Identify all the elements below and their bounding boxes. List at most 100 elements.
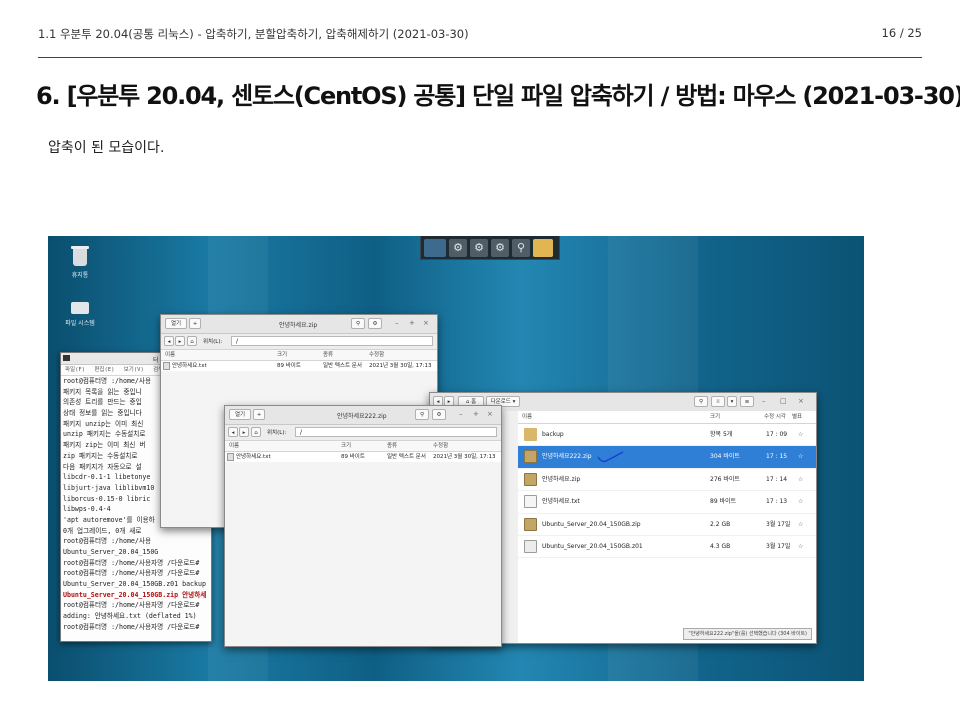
archive-title: 안녕하세요.zip — [279, 322, 318, 329]
close-icon[interactable]: × — [798, 397, 804, 405]
file-row[interactable]: Ubuntu_Server_20.04_150GB.z01 4.3 GB 3월 17… — [518, 536, 816, 559]
file-size: 2.2 GB — [710, 520, 731, 528]
search-button[interactable]: ⚲ — [415, 409, 429, 420]
minimize-icon[interactable]: – — [395, 319, 399, 327]
col-size[interactable]: 크기 — [277, 350, 287, 360]
gear-icon[interactable]: ⚙ — [491, 238, 509, 257]
terminal-line: root@컴퓨터명 :/home/사용 — [63, 537, 152, 546]
menu-edit[interactable]: 편집(E) — [94, 367, 114, 373]
back-arrow-icon[interactable]: ◂ — [164, 336, 174, 346]
col-size[interactable]: 크기 — [341, 441, 351, 451]
section-title: 6. [우분투 20.04, 센토스(CentOS) 공통] 단일 파일 압축하… — [36, 82, 960, 110]
file-size: 89 바이트 — [341, 454, 365, 460]
text-file-icon — [227, 452, 234, 461]
folder-icon — [524, 428, 537, 441]
page-header: 1.1 우분투 20.04(공통 리눅스) - 압축하기, 분할압축하기, 압축… — [38, 26, 922, 42]
text-file-icon — [163, 361, 170, 370]
desktop-icon-trash[interactable]: 휴지통 — [50, 246, 110, 279]
star-icon[interactable]: ☆ — [798, 469, 803, 490]
menu-file[interactable]: 파일(F) — [65, 367, 85, 373]
col-modified[interactable]: 수정 시각 — [764, 411, 786, 423]
home-icon[interactable]: ⌂ — [187, 336, 197, 346]
col-type[interactable]: 종류 — [323, 350, 333, 360]
search-button[interactable]: ⚲ — [694, 396, 708, 407]
file-size: 4.3 GB — [710, 542, 731, 550]
desktop-icon-filesystem[interactable]: 파일 시스템 — [50, 298, 110, 327]
file-row[interactable]: backup 항목 5개 17 : 09 ☆ — [518, 424, 816, 447]
view-options-button[interactable]: ▾ — [727, 396, 737, 407]
file-row[interactable]: Ubuntu_Server_20.04_150GB.zip 2.2 GB 3월 17… — [518, 514, 816, 536]
search-button[interactable]: ⚲ — [351, 318, 365, 329]
col-type[interactable]: 종류 — [387, 441, 397, 451]
terminal-line: Ubuntu_Server_20.04_150GB.zip 안녕하세 — [63, 590, 207, 599]
home-icon[interactable]: ⌂ — [251, 427, 261, 437]
status-bar: "안녕하세요222.zip"을(를) 선택했습니다 (304 바이트) — [683, 628, 812, 640]
column-header: 이름 크기 수정 시각 별표 — [518, 411, 816, 424]
open-button[interactable]: 열기 — [165, 318, 187, 329]
terminal-line: root@컴퓨터명 :/home/사용자명 /다운로드# — [63, 622, 200, 631]
location-field[interactable]: / — [231, 336, 433, 346]
gear-button[interactable]: ⚙ — [432, 409, 446, 420]
location-bar: ◂ ▸ ⌂ 위치(L): / — [161, 334, 437, 350]
file-rows: backup 항목 5개 17 : 09 ☆ 안녕하세요222.zip 304 바이트 17… — [518, 424, 816, 559]
file-type: 일반 텍스트 문서 — [387, 454, 426, 460]
forward-arrow-icon[interactable]: ▸ — [175, 336, 185, 346]
table-row[interactable]: 안녕하세요.txt 89 바이트 일반 텍스트 문서 2021년 3월 30일,… — [161, 361, 437, 371]
gear-icon[interactable]: ⚙ — [449, 238, 467, 257]
folder-icon[interactable] — [533, 238, 553, 257]
taskbar: ⚙ ⚙ ⚙ ⚲ — [420, 236, 560, 260]
desktop-icon-label: 휴지통 — [71, 272, 89, 279]
col-name[interactable]: 이름 — [165, 350, 175, 360]
terminal-line: Ubuntu_Server_20.04_150G — [63, 548, 159, 556]
col-modified[interactable]: 수정함 — [369, 350, 384, 360]
view-grid-button[interactable]: ⁞⁞ — [711, 396, 725, 407]
body-text: 압축이 된 모습이다. — [48, 140, 165, 156]
back-arrow-icon[interactable]: ◂ — [228, 427, 238, 437]
file-modified: 17 : 09 — [766, 431, 788, 438]
gear-icon[interactable]: ⚙ — [470, 238, 488, 257]
archive-toolbar: 열기 + 안녕하세요222.zip ⚲ ⚙ – + × — [225, 406, 501, 425]
file-row[interactable]: 안녕하세요.txt 89 바이트 17 : 13 ☆ — [518, 491, 816, 514]
file-size: 89 바이트 — [277, 363, 301, 369]
file-row[interactable]: 안녕하세요222.zip 304 바이트 17 : 15 ☆ — [518, 446, 816, 469]
close-icon[interactable]: × — [487, 410, 493, 418]
star-icon[interactable]: ☆ — [798, 424, 803, 445]
disk-icon — [71, 302, 89, 314]
maximize-icon[interactable]: + — [409, 319, 415, 327]
file-modified: 17 : 15 — [766, 453, 788, 461]
star-icon[interactable]: ☆ — [798, 514, 803, 535]
star-icon[interactable]: ☆ — [798, 536, 803, 557]
location-field[interactable]: / — [295, 427, 497, 437]
monitor-icon[interactable] — [424, 238, 446, 257]
forward-arrow-icon[interactable]: ▸ — [239, 427, 249, 437]
terminal-icon — [63, 355, 70, 361]
search-icon[interactable]: ⚲ — [512, 238, 530, 257]
add-button[interactable]: + — [189, 318, 201, 329]
open-button[interactable]: 열기 — [229, 409, 251, 420]
star-icon[interactable]: ☆ — [798, 446, 803, 467]
gear-button[interactable]: ⚙ — [368, 318, 382, 329]
file-name: Ubuntu_Server_20.04_150GB.zip — [542, 520, 641, 528]
maximize-icon[interactable]: + — [473, 410, 479, 418]
minimize-icon[interactable]: – — [459, 410, 463, 418]
col-name[interactable]: 이름 — [229, 441, 239, 451]
close-icon[interactable]: × — [423, 319, 429, 327]
file-modified: 3월 17일 — [766, 520, 791, 528]
file-modified: 17 : 13 — [766, 498, 788, 506]
col-starred[interactable]: 별표 — [792, 411, 802, 423]
file-modified: 17 : 14 — [766, 475, 788, 483]
archive-window-front[interactable]: 열기 + 안녕하세요222.zip ⚲ ⚙ – + × ◂ ▸ ⌂ 위치(L):… — [224, 405, 502, 647]
screenshot: ⚙ ⚙ ⚙ ⚲ 휴지통 파일 시스템 터 파일(F) 편집(E) 보기(V) 검… — [48, 236, 864, 681]
maximize-icon[interactable]: □ — [780, 397, 787, 405]
col-modified[interactable]: 수정함 — [433, 441, 448, 451]
col-size[interactable]: 크기 — [710, 411, 720, 423]
file-row[interactable]: 안녕하세요.zip 276 바이트 17 : 14 ☆ — [518, 469, 816, 492]
menu-view[interactable]: 보기(V) — [124, 367, 144, 373]
add-button[interactable]: + — [253, 409, 265, 420]
minimize-icon[interactable]: – — [762, 397, 766, 405]
star-icon[interactable]: ☆ — [798, 491, 803, 512]
table-row[interactable]: 안녕하세요.txt 89 바이트 일반 텍스트 문서 2021년 3월 30일,… — [225, 452, 501, 462]
col-name[interactable]: 이름 — [522, 411, 532, 423]
pen-checkmark-annotation — [597, 451, 624, 463]
menu-button[interactable]: ≡ — [740, 396, 754, 407]
